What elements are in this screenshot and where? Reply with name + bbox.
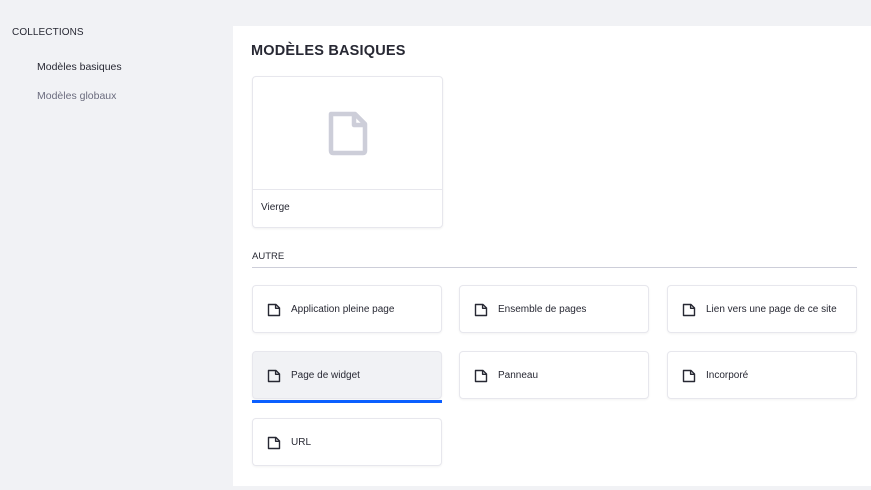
page-icon bbox=[267, 303, 281, 317]
blank-template-card[interactable]: Vierge bbox=[252, 76, 443, 228]
blank-card-thumbnail bbox=[253, 77, 442, 190]
sidebar-header: COLLECTIONS bbox=[12, 27, 84, 38]
page-icon bbox=[474, 369, 488, 383]
page-title: MODÈLES BASIQUES bbox=[251, 43, 406, 59]
page-icon bbox=[474, 303, 488, 317]
tile-url[interactable]: URL bbox=[252, 418, 442, 466]
tile-panel[interactable]: Panneau bbox=[459, 351, 649, 399]
sidebar-item-global-templates[interactable]: Modèles globaux bbox=[37, 90, 116, 102]
sidebar-item-basic-templates[interactable]: Modèles basiques bbox=[37, 61, 122, 73]
section-label-other: AUTRE bbox=[252, 251, 285, 262]
main-panel: MODÈLES BASIQUES Vierge AUTRE Applicatio… bbox=[233, 26, 871, 486]
page-icon bbox=[328, 111, 367, 156]
tile-label: Panneau bbox=[498, 370, 539, 381]
tile-label: Incorporé bbox=[706, 370, 749, 381]
tile-widget-page[interactable]: Page de widget bbox=[252, 351, 442, 403]
section-divider bbox=[252, 267, 857, 268]
tile-label: Page de widget bbox=[291, 370, 360, 381]
tile-page-set[interactable]: Ensemble de pages bbox=[459, 285, 649, 333]
page-icon bbox=[682, 303, 696, 317]
page-icon bbox=[267, 369, 281, 383]
tile-link-to-page[interactable]: Lien vers une page de ce site bbox=[667, 285, 857, 333]
tile-embedded[interactable]: Incorporé bbox=[667, 351, 857, 399]
tile-label: Lien vers une page de ce site bbox=[706, 304, 837, 315]
tile-label: URL bbox=[291, 437, 312, 448]
tile-label: Application pleine page bbox=[291, 304, 395, 315]
tile-full-page-application[interactable]: Application pleine page bbox=[252, 285, 442, 333]
page-icon bbox=[267, 436, 281, 450]
tile-label: Ensemble de pages bbox=[498, 304, 587, 315]
sidebar: COLLECTIONS Modèles basiques Modèles glo… bbox=[0, 0, 218, 490]
blank-card-label: Vierge bbox=[261, 202, 290, 213]
selection-indicator bbox=[252, 400, 442, 403]
page-icon bbox=[682, 369, 696, 383]
